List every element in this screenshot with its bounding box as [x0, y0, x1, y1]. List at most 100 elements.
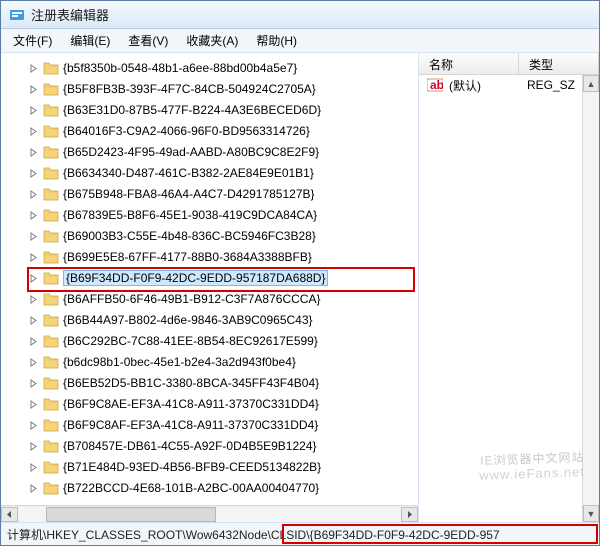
folder-icon [43, 82, 59, 96]
tree-item-label: {B6AFFB50-6F46-49B1-B912-C3F7A876CCCA} [63, 292, 320, 306]
expand-icon[interactable] [29, 83, 38, 92]
tree-item[interactable]: {B67839E5-B8F6-45E1-9038-419C9DCA84CA} [1, 204, 418, 225]
vscroll-track[interactable] [583, 92, 599, 505]
values-pane: 名称 类型 ab (默认) REG_SZ ▲ ▼ IE浏览器中文网站 www.i… [419, 53, 599, 522]
tree-item[interactable]: {B6F9C8AE-EF3A-41C8-A911-37370C331DD4} [1, 393, 418, 414]
expand-icon[interactable] [29, 62, 38, 71]
string-value-icon: ab [427, 77, 443, 93]
expand-icon[interactable] [29, 251, 38, 260]
tree-item[interactable]: {B69003B3-C55E-4b48-836C-BC5946FC3B28} [1, 225, 418, 246]
tree-item-label: {B63E31D0-87B5-477F-B224-4A3E6BECED6D} [63, 103, 321, 117]
tree-item[interactable]: {B6AFFB50-6F46-49B1-B912-C3F7A876CCCA} [1, 288, 418, 309]
tree-item[interactable]: {B71E484D-93ED-4B56-BFB9-CEED5134822B} [1, 456, 418, 477]
tree-item[interactable]: {B6F9C8AF-EF3A-41C8-A911-37370C331DD4} [1, 414, 418, 435]
tree-item-label: {B69F34DD-F0F9-42DC-9EDD-957187DA688D} [63, 270, 328, 286]
expand-icon[interactable] [29, 272, 38, 281]
tree-item[interactable]: {B699E5E8-67FF-4177-88B0-3684A3388BFB} [1, 246, 418, 267]
folder-icon [43, 313, 59, 327]
col-name[interactable]: 名称 [419, 53, 519, 74]
tree-item[interactable]: {B64016F3-C9A2-4066-96F0-BD9563314726} [1, 120, 418, 141]
folder-icon [43, 334, 59, 348]
tree-item[interactable]: {B63E31D0-87B5-477F-B224-4A3E6BECED6D} [1, 99, 418, 120]
app-icon [9, 7, 25, 23]
expand-icon[interactable] [29, 335, 38, 344]
folder-icon [43, 187, 59, 201]
menu-help[interactable]: 帮助(H) [248, 30, 305, 51]
expand-icon[interactable] [29, 377, 38, 386]
folder-icon [43, 166, 59, 180]
watermark-line2: www.ieFans.net [479, 465, 585, 484]
horizontal-scrollbar[interactable] [1, 505, 418, 522]
scroll-up-button[interactable]: ▲ [583, 75, 599, 92]
expand-icon[interactable] [29, 188, 38, 197]
expand-icon[interactable] [29, 209, 38, 218]
folder-icon [43, 61, 59, 75]
tree-item-label: {B6EB52D5-BB1C-3380-8BCA-345FF43F4B04} [63, 376, 319, 390]
svg-text:ab: ab [430, 78, 443, 92]
value-type: REG_SZ [527, 78, 575, 92]
scroll-down-button[interactable]: ▼ [583, 505, 599, 522]
menu-file[interactable]: 文件(F) [5, 30, 60, 51]
tree-item-label: {B722BCCD-4E68-101B-A2BC-00AA00404770} [63, 481, 319, 495]
watermark: IE浏览器中文网站 www.ieFans.net [479, 450, 586, 484]
registry-tree[interactable]: {b5f8350b-0548-48b1-a6ee-88bd00b4a5e7}{B… [1, 53, 418, 505]
menu-edit[interactable]: 编辑(E) [62, 30, 118, 51]
menu-view[interactable]: 查看(V) [120, 30, 176, 51]
expand-icon[interactable] [29, 440, 38, 449]
col-type[interactable]: 类型 [519, 53, 599, 74]
folder-icon [43, 271, 59, 285]
tree-item-label: {B675B948-FBA8-46A4-A4C7-D4291785127B} [63, 187, 315, 201]
expand-icon[interactable] [29, 461, 38, 470]
folder-icon [43, 460, 59, 474]
expand-icon[interactable] [29, 356, 38, 365]
scroll-left-button[interactable] [1, 507, 18, 522]
menu-favorites[interactable]: 收藏夹(A) [178, 30, 246, 51]
folder-icon [43, 397, 59, 411]
tree-item-label: {B6634340-D487-461C-B382-2AE84E9E01B1} [63, 166, 314, 180]
tree-item-label: {B699E5E8-67FF-4177-88B0-3684A3388BFB} [63, 250, 312, 264]
scroll-track[interactable] [18, 507, 401, 522]
expand-icon[interactable] [29, 398, 38, 407]
folder-icon [43, 376, 59, 390]
tree-item[interactable]: {b6dc98b1-0bec-45e1-b2e4-3a2d943f0be4} [1, 351, 418, 372]
expand-icon[interactable] [29, 419, 38, 428]
expand-icon[interactable] [29, 293, 38, 302]
tree-item[interactable]: {B5F8FB3B-393F-4F7C-84CB-504924C2705A} [1, 78, 418, 99]
folder-icon [43, 439, 59, 453]
menubar: 文件(F) 编辑(E) 查看(V) 收藏夹(A) 帮助(H) [1, 29, 599, 53]
folder-icon [43, 292, 59, 306]
expand-icon[interactable] [29, 314, 38, 323]
tree-item[interactable]: {b5f8350b-0548-48b1-a6ee-88bd00b4a5e7} [1, 57, 418, 78]
tree-item-label: {B708457E-DB61-4C55-A92F-0D4B5E9B1224} [63, 439, 317, 453]
tree-item-label: {B6F9C8AF-EF3A-41C8-A911-37370C331DD4} [63, 418, 318, 432]
expand-icon[interactable] [29, 146, 38, 155]
tree-item[interactable]: {B65D2423-4F95-49ad-AABD-A80BC9C8E2F9} [1, 141, 418, 162]
tree-item[interactable]: {B6B44A97-B802-4d6e-9846-3AB9C0965C43} [1, 309, 418, 330]
expand-icon[interactable] [29, 230, 38, 239]
value-name: (默认) [449, 77, 521, 94]
expand-icon[interactable] [29, 104, 38, 113]
expand-icon[interactable] [29, 482, 38, 491]
tree-item-label: {B6F9C8AE-EF3A-41C8-A911-37370C331DD4} [63, 397, 319, 411]
scroll-thumb[interactable] [46, 507, 216, 522]
expand-icon[interactable] [29, 125, 38, 134]
tree-item[interactable]: {B675B948-FBA8-46A4-A4C7-D4291785127B} [1, 183, 418, 204]
expand-icon[interactable] [29, 167, 38, 176]
tree-item[interactable]: {B708457E-DB61-4C55-A92F-0D4B5E9B1224} [1, 435, 418, 456]
tree-item[interactable]: {B722BCCD-4E68-101B-A2BC-00AA00404770} [1, 477, 418, 498]
watermark-line1: IE浏览器中文网站 [479, 450, 585, 468]
folder-icon [43, 124, 59, 138]
status-path: 计算机\HKEY_CLASSES_ROOT\Wow6432Node\CLSID\… [7, 526, 500, 543]
vertical-scrollbar[interactable]: ▲ ▼ [582, 75, 599, 522]
folder-icon [43, 250, 59, 264]
folder-icon [43, 355, 59, 369]
scroll-right-button[interactable] [401, 507, 418, 522]
tree-item-label: {B6B44A97-B802-4d6e-9846-3AB9C0965C43} [63, 313, 313, 327]
tree-item[interactable]: {B6634340-D487-461C-B382-2AE84E9E01B1} [1, 162, 418, 183]
tree-item[interactable]: {B6EB52D5-BB1C-3380-8BCA-345FF43F4B04} [1, 372, 418, 393]
folder-icon [43, 481, 59, 495]
tree-item[interactable]: {B69F34DD-F0F9-42DC-9EDD-957187DA688D} [1, 267, 418, 288]
tree-item[interactable]: {B6C292BC-7C88-41EE-8B54-8EC92617E599} [1, 330, 418, 351]
value-row-default[interactable]: ab (默认) REG_SZ [419, 75, 599, 95]
titlebar[interactable]: 注册表编辑器 [1, 1, 599, 29]
